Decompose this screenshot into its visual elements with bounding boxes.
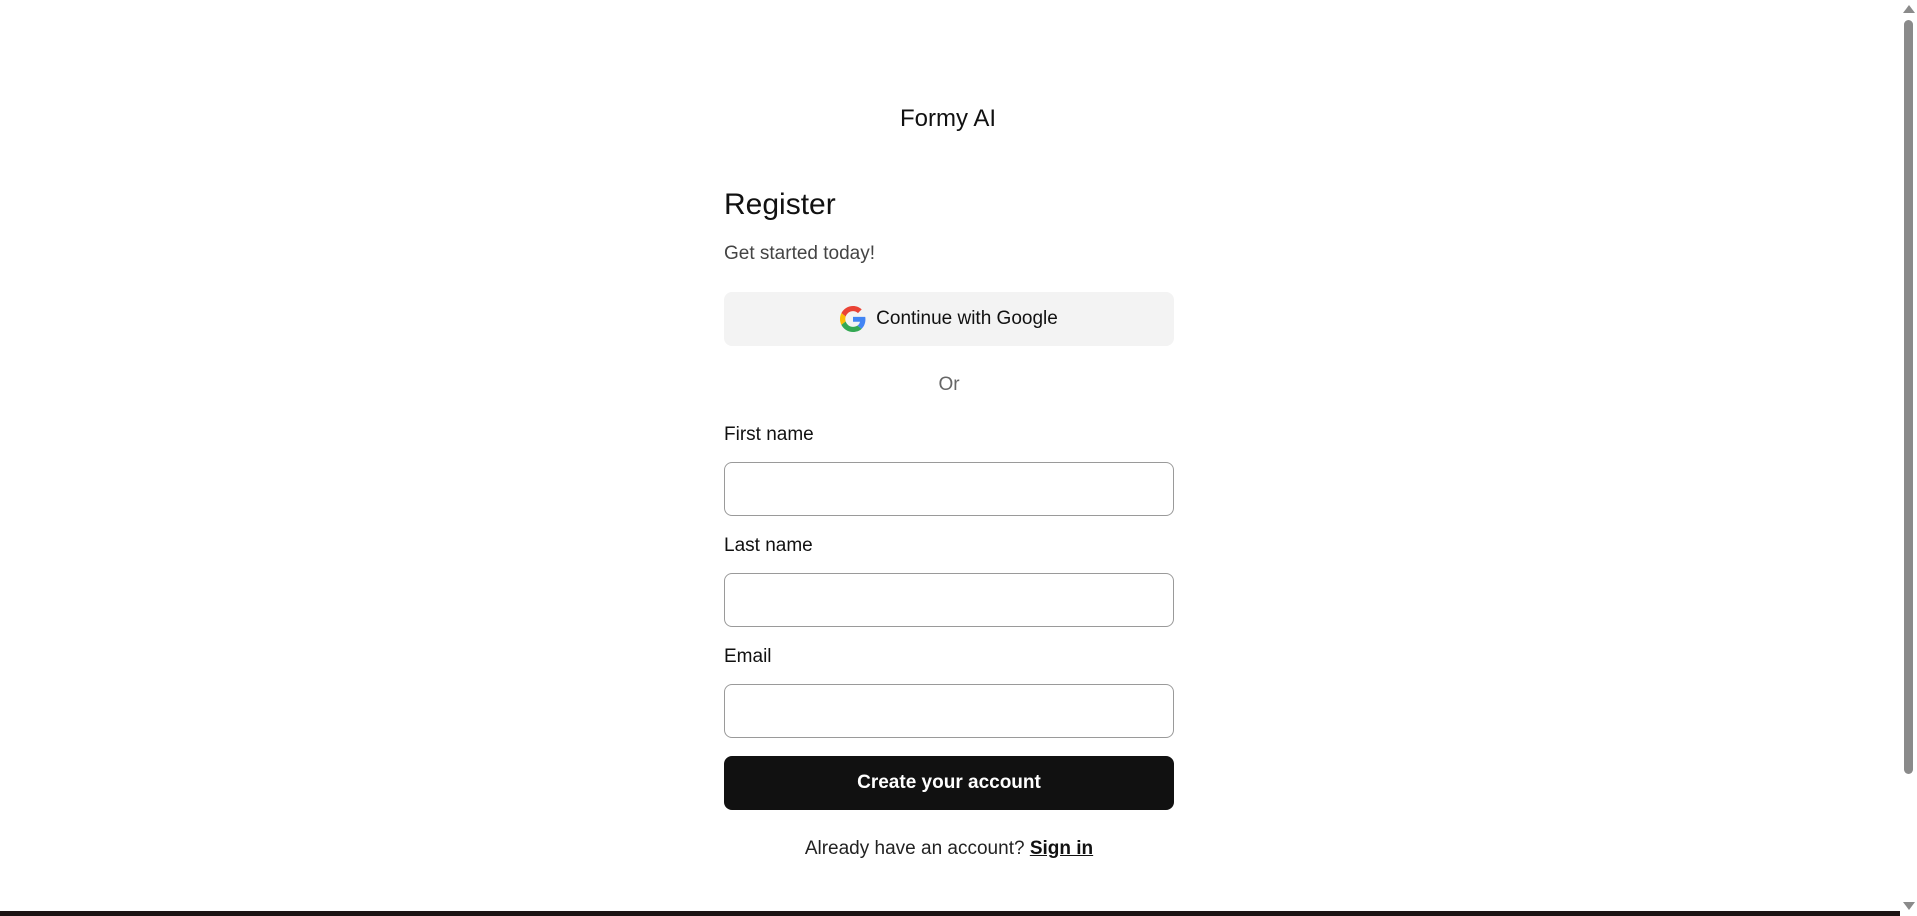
- signin-prompt-line: Already have an account? Sign in: [724, 836, 1174, 862]
- google-button-label: Continue with Google: [876, 308, 1058, 329]
- signin-prompt-text: Already have an account?: [804, 838, 1025, 859]
- register-form: Register Get started today! Continue wit…: [724, 182, 1174, 862]
- continue-with-google-button[interactable]: Continue with Google: [724, 292, 1174, 346]
- first-name-label: First name: [724, 424, 814, 445]
- vertical-scrollbar[interactable]: [1900, 0, 1917, 916]
- email-label: Email: [724, 646, 772, 667]
- or-divider: Or: [938, 374, 960, 395]
- google-g-icon: [840, 306, 866, 332]
- page-subtitle: Get started today!: [724, 243, 876, 264]
- bottom-edge-strip: [0, 911, 1900, 916]
- page-title: Register: [724, 188, 836, 221]
- last-name-label: Last name: [724, 535, 813, 556]
- create-account-button[interactable]: Create your account: [724, 756, 1174, 810]
- last-name-input[interactable]: [724, 573, 1174, 627]
- scroll-up-arrow-icon[interactable]: [1903, 5, 1915, 13]
- scroll-down-arrow-icon[interactable]: [1903, 902, 1915, 910]
- first-name-input[interactable]: [724, 462, 1174, 516]
- email-input[interactable]: [724, 684, 1174, 738]
- scroll-thumb[interactable]: [1904, 20, 1913, 774]
- sign-in-link[interactable]: Sign in: [1030, 838, 1093, 859]
- page: Formy AI Register Get started today! Con…: [0, 0, 1917, 916]
- brand-title: Formy AI: [899, 105, 996, 132]
